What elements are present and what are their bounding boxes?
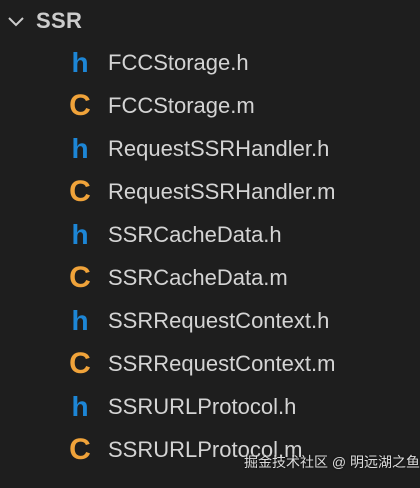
file-item[interactable]: h SSRRequestContext.h xyxy=(0,302,420,345)
chevron-down-icon[interactable] xyxy=(6,12,26,32)
file-name: SSRCacheData.h xyxy=(108,222,282,247)
h-file-icon: h xyxy=(71,391,89,422)
watermark: 掘金技术社区 @ 明远湖之鱼 xyxy=(244,454,420,470)
file-name: RequestSSRHandler.h xyxy=(108,136,330,161)
file-item[interactable]: h SSRURLProtocol.h xyxy=(0,388,420,431)
file-name: FCCStorage.m xyxy=(108,93,255,118)
folder-ssr[interactable]: SSR xyxy=(0,0,420,44)
file-name: SSRRequestContext.h xyxy=(108,308,330,333)
file-item[interactable]: C SSRCacheData.m xyxy=(0,259,420,302)
file-name: RequestSSRHandler.m xyxy=(108,179,336,204)
folder-label: SSR xyxy=(36,8,83,33)
h-file-icon: h xyxy=(71,305,89,336)
h-file-icon: h xyxy=(71,219,89,250)
file-item[interactable]: h RequestSSRHandler.h xyxy=(0,130,420,173)
c-file-icon: C xyxy=(69,261,91,294)
h-file-icon: h xyxy=(71,133,89,164)
file-item[interactable]: C FCCStorage.m xyxy=(0,87,420,130)
c-file-icon: C xyxy=(69,175,91,208)
file-name: FCCStorage.h xyxy=(108,50,249,75)
file-name: SSRURLProtocol.h xyxy=(108,394,297,419)
file-item[interactable]: h FCCStorage.h xyxy=(0,44,420,87)
c-file-icon: C xyxy=(69,347,91,380)
c-file-icon: C xyxy=(69,433,91,466)
h-file-icon: h xyxy=(71,47,89,78)
c-file-icon: C xyxy=(69,89,91,122)
file-item[interactable]: C RequestSSRHandler.m xyxy=(0,173,420,216)
file-name: SSRRequestContext.m xyxy=(108,351,336,376)
file-item[interactable]: h SSRCacheData.h xyxy=(0,216,420,259)
file-explorer: SSR h FCCStorage.h C FCCStorage.m h RequestSS… xyxy=(0,0,420,488)
file-name: SSRCacheData.m xyxy=(108,265,288,290)
file-item[interactable]: C SSRRequestContext.m xyxy=(0,345,420,388)
